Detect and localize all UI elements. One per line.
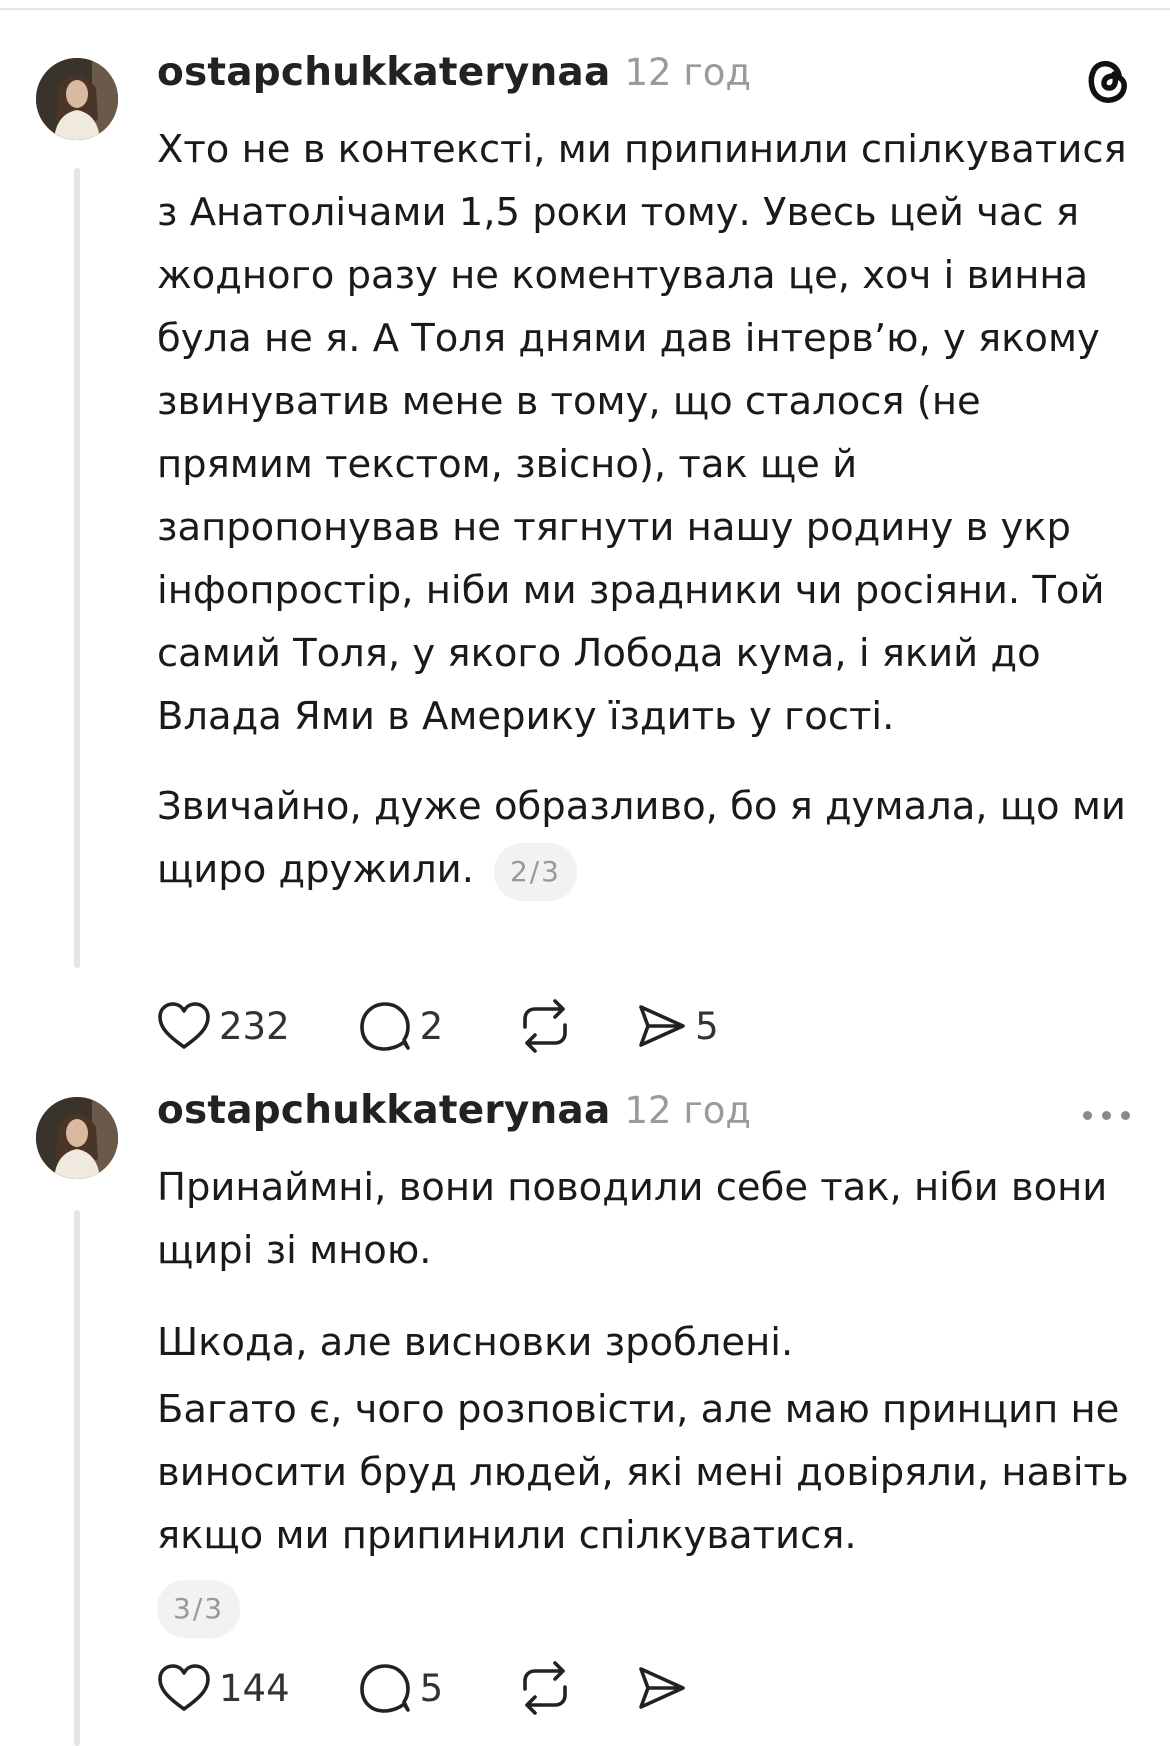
comment-button[interactable]: 2 — [358, 996, 444, 1056]
send-icon — [639, 1005, 685, 1047]
more-dot — [1121, 1110, 1130, 1120]
share-count: 5 — [695, 1004, 719, 1048]
avatar[interactable] — [36, 1097, 118, 1179]
like-count: 232 — [219, 1004, 290, 1048]
repost-icon — [523, 1661, 567, 1715]
post-actions: 232 2 5 — [157, 996, 719, 1056]
repost-button[interactable] — [517, 1658, 573, 1718]
comment-button[interactable]: 5 — [358, 1658, 444, 1718]
thread-pager-badge: 3/3 — [157, 1580, 241, 1638]
share-button[interactable]: 5 — [635, 996, 719, 1056]
post-paragraph: Шкода, але висновки зроблені. — [157, 1320, 794, 1365]
more-dot — [1083, 1110, 1092, 1120]
username[interactable]: ostapchukkaterynaa — [157, 50, 610, 95]
thread-line — [74, 1210, 80, 1746]
post-paragraph: Принаймні, вони поводили себе так, ніби … — [157, 1165, 1108, 1273]
comment-bubble-icon — [359, 1002, 410, 1051]
repost-button[interactable] — [517, 996, 573, 1056]
top-divider — [0, 8, 1170, 10]
post-body: Принаймні, вони поводили себе так, ніби … — [157, 1156, 1147, 1567]
post-paragraph-text: Звичайно, дуже образливо, бо я думала, щ… — [157, 784, 1126, 892]
thread-line — [74, 168, 80, 968]
like-count: 144 — [219, 1666, 290, 1710]
avatar-photo — [36, 58, 118, 140]
comment-count: 5 — [419, 1666, 444, 1710]
post-paragraph: Звичайно, дуже образливо, бо я думала, щ… — [157, 775, 1147, 901]
post-actions: 144 5 — [157, 1658, 687, 1718]
share-button[interactable] — [635, 1658, 687, 1718]
avatar[interactable] — [36, 58, 118, 140]
comment-count: 2 — [419, 1004, 444, 1048]
post-header: ostapchukkaterynaa 12 год — [157, 50, 751, 110]
post-paragraph: Хто не в контексті, ми припинили спілкув… — [157, 127, 1127, 739]
post-body: Хто не в контексті, ми припинили спілкув… — [157, 118, 1147, 901]
repost-icon — [523, 999, 567, 1053]
heart-icon — [158, 1002, 210, 1049]
more-options-icon[interactable] — [1083, 1100, 1130, 1130]
timestamp: 12 год — [624, 51, 751, 94]
post-paragraph: Багато є, чого розповісти, але маю принц… — [157, 1387, 1129, 1558]
username[interactable]: ostapchukkaterynaa — [157, 1088, 610, 1133]
timestamp: 12 год — [624, 1089, 751, 1132]
like-button[interactable]: 144 — [157, 1658, 290, 1718]
comment-bubble-icon — [359, 1664, 410, 1713]
threads-logo-icon[interactable] — [1078, 50, 1138, 110]
post-header: ostapchukkaterynaa 12 год — [157, 1088, 751, 1148]
thread-pager-badge: 2/3 — [493, 842, 577, 901]
more-dot — [1102, 1110, 1111, 1120]
avatar-photo — [36, 1097, 118, 1179]
send-icon — [639, 1667, 685, 1709]
like-button[interactable]: 232 — [157, 996, 290, 1056]
pager-container: 3/3 — [157, 1580, 241, 1638]
heart-icon — [158, 1664, 210, 1711]
